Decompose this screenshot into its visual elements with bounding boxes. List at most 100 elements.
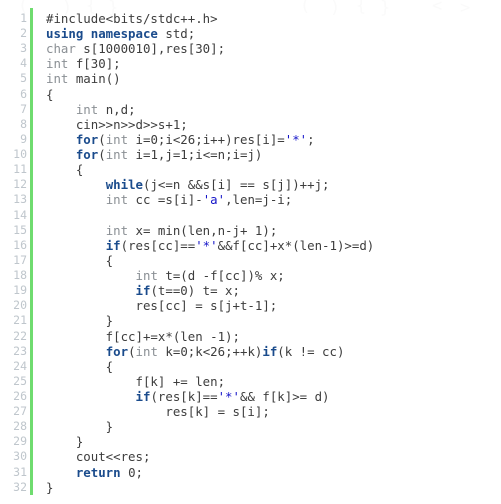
code-line[interactable]: 26 if(res[k]=='*'&& f[k]>= d)	[0, 389, 501, 404]
code-token-type: int	[105, 147, 129, 163]
code-token-pln	[46, 102, 76, 117]
line-number: 12	[13, 177, 27, 192]
code-line-text: }	[46, 419, 113, 434]
code-token-kw: for	[75, 131, 99, 147]
line-number: 8	[20, 116, 27, 131]
code-line[interactable]: 16 if(res[cc]=='*'&&f[cc]+x*(len-1)>=d)	[0, 238, 501, 253]
code-token-str: '*'	[284, 131, 308, 147]
line-number: 31	[13, 464, 27, 479]
code-token-pln: s[1000010],res[30];	[75, 41, 226, 57]
line-number: 28	[13, 419, 27, 434]
code-line[interactable]: 30 cout<<res;	[0, 449, 501, 464]
code-token-kw: if	[262, 343, 278, 359]
code-token-type: int	[105, 192, 129, 208]
code-line[interactable]: 2 using namespace std;	[0, 26, 501, 41]
code-line[interactable]: 3 char s[1000010],res[30];	[0, 41, 501, 56]
code-line[interactable]: 12 while(j<=n &&s[i] == s[j])++j;	[0, 177, 501, 192]
code-line-text: res[k] = s[i];	[46, 404, 269, 419]
code-line[interactable]: 23 for(int k=0;k<26;++k)if(k != cc)	[0, 344, 501, 359]
line-number: 16	[13, 237, 27, 252]
code-line[interactable]: 24 {	[0, 359, 501, 374]
code-token-pln: }	[46, 313, 114, 329]
code-token-pln: cc =s[i]-	[128, 192, 203, 208]
code-line[interactable]: 7 int n,d;	[0, 102, 501, 117]
line-number: 11	[13, 162, 27, 177]
code-line[interactable]: 19 if(t==0) t= x;	[0, 283, 501, 298]
code-line[interactable]: 29 }	[0, 434, 501, 449]
code-token-pln: ;	[307, 131, 315, 147]
code-token-pre: #include<bits/stdc++.h>	[46, 11, 218, 26]
code-line-text: res[cc] = s[j+t-1];	[46, 298, 278, 314]
code-line[interactable]: 25 f[k] += len;	[0, 374, 501, 389]
code-line-text: int n,d;	[46, 102, 136, 117]
code-line[interactable]: 28 }	[0, 419, 501, 434]
code-token-pln: (res[cc]==	[120, 237, 196, 253]
code-token-pln: f[k] += len;	[46, 373, 226, 389]
code-line[interactable]: 9 for(int i=0;i<26;i++)res[i]='*';	[0, 132, 501, 147]
code-token-pln: main()	[68, 71, 121, 87]
line-number: 14	[13, 207, 27, 222]
line-number: 24	[13, 358, 27, 373]
code-line-text: int x= min(len,n-j+ 1);	[46, 222, 278, 238]
code-token-pln	[46, 147, 76, 162]
code-token-pln	[46, 465, 76, 480]
code-token-pln	[46, 132, 76, 147]
code-line[interactable]: 13 int cc =s[i]-'a',len=j-i;	[0, 192, 501, 207]
code-line-text: if(res[cc]=='*'&&f[cc]+x*(len-1)>=d)	[46, 237, 375, 253]
line-number: 20	[13, 298, 27, 313]
code-line-text: using namespace std;	[46, 26, 195, 41]
code-token-type: int	[46, 71, 69, 87]
code-line-text: int f[30];	[46, 56, 121, 71]
code-line[interactable]: 4 int f[30];	[0, 56, 501, 71]
code-token-pln: f[cc]+=x*(len -1);	[46, 328, 240, 344]
code-line-text: {	[46, 87, 53, 102]
code-token-kw: if	[135, 389, 151, 404]
code-token-str: '*'	[195, 237, 218, 253]
code-line[interactable]: 8 cin>>n>>d>>s+1;	[0, 117, 501, 132]
line-number: 17	[13, 252, 27, 267]
code-area[interactable]: 1 #include<bits/stdc++.h> 2 using namespace…	[0, 0, 501, 504]
code-token-pln: t=(d -f[cc])% x;	[157, 268, 285, 284]
code-line[interactable]: 15 int x= min(len,n-j+ 1);	[0, 223, 501, 238]
line-number: 19	[13, 283, 27, 298]
code-line[interactable]: 6{	[0, 87, 501, 102]
code-token-pln	[46, 223, 106, 238]
code-token-pln: ,len=j-i;	[225, 192, 293, 208]
line-number: 18	[13, 268, 27, 283]
code-line-text: return 0;	[46, 465, 143, 480]
code-token-pln: }	[46, 419, 114, 435]
code-line[interactable]: 11 {	[0, 162, 501, 177]
code-line[interactable]: 18 int t=(d -f[cc])% x;	[0, 268, 501, 283]
code-token-pln: &&f[cc]+x*(len-1)>=d)	[217, 237, 375, 253]
code-line[interactable]: 17 {	[0, 253, 501, 268]
code-line[interactable]: 21 }	[0, 313, 501, 328]
code-line[interactable]: 22 f[cc]+=x*(len -1);	[0, 329, 501, 344]
code-line[interactable]: 14	[0, 208, 501, 223]
code-line-text: {	[46, 359, 113, 374]
code-line[interactable]: 5 int main()	[0, 71, 501, 86]
code-line-text: f[k] += len;	[46, 373, 226, 389]
line-number: 10	[13, 147, 27, 162]
code-line[interactable]: 20 res[cc] = s[j+t-1];	[0, 298, 501, 313]
code-line[interactable]: 27 res[k] = s[i];	[0, 404, 501, 419]
code-line-text: while(j<=n &&s[i] == s[j])++j;	[46, 177, 330, 192]
code-line[interactable]: 32}	[0, 480, 501, 495]
code-token-str: '*'	[217, 389, 240, 404]
code-token-pln	[46, 389, 136, 404]
code-line-text: }	[46, 480, 53, 495]
code-line[interactable]: 1 #include<bits/stdc++.h>	[0, 11, 501, 26]
code-line-text: int cc =s[i]-'a',len=j-i;	[46, 192, 293, 208]
line-number: 21	[13, 313, 27, 328]
line-number: 32	[13, 479, 27, 494]
code-line[interactable]: 31 return 0;	[0, 465, 501, 480]
code-token-pln: (res[k]==	[150, 389, 218, 404]
line-number: 7	[20, 101, 27, 116]
line-number: 30	[13, 449, 27, 464]
code-line[interactable]: 10 for(int i=1,j=1;i<=n;i=j)	[0, 147, 501, 162]
code-token-pln: res[cc] = s[j+t-1];	[46, 298, 278, 314]
code-token-type: int	[105, 131, 129, 147]
code-line-text: {	[46, 162, 83, 177]
code-token-pln: {	[46, 86, 54, 102]
code-token-pln	[46, 192, 106, 207]
code-token-pln: x= min(len,n-j+ 1);	[128, 222, 278, 238]
